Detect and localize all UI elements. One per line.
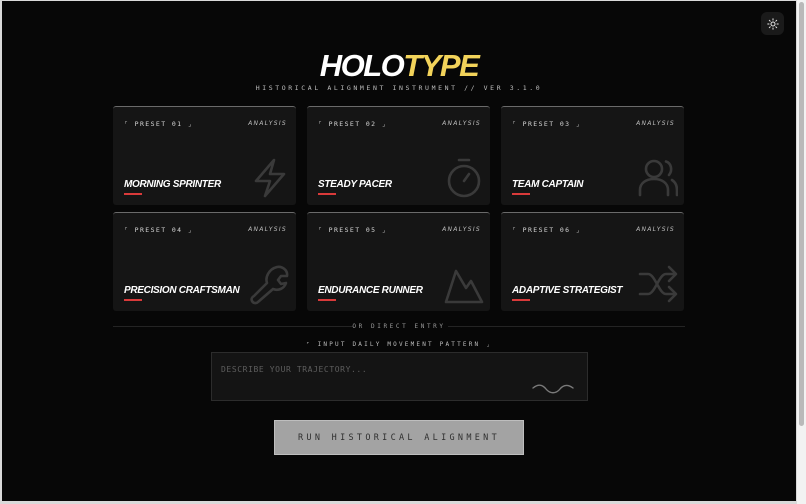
analysis-label: ANALYSIS <box>248 120 287 127</box>
preset-tag: ⌜ PRESET 05 ⌟ <box>318 226 388 234</box>
analysis-label: ANALYSIS <box>442 226 481 233</box>
wrench-icon <box>250 265 289 305</box>
run-alignment-button[interactable]: RUN HISTORICAL ALIGNMENT <box>274 420 524 455</box>
preset-tag: ⌜ PRESET 03 ⌟ <box>512 120 582 128</box>
accent-bar <box>318 193 336 195</box>
preset-name: PRECISION CRAFTSMAN <box>124 285 240 296</box>
movement-pattern-label: ⌜ INPUT DAILY MOVEMENT PATTERN ⌟ <box>306 341 492 348</box>
analysis-label: ANALYSIS <box>248 226 287 233</box>
preset-name: ADAPTIVE STRATEGIST <box>512 285 623 296</box>
users-icon <box>638 159 678 197</box>
trajectory-placeholder: DESCRIBE YOUR TRAJECTORY... <box>221 365 368 374</box>
analysis-label: ANALYSIS <box>636 120 675 127</box>
app-logo: HOLOTYPE <box>2 48 796 84</box>
accent-bar <box>318 299 336 301</box>
app-subtitle: HISTORICAL ALIGNMENT INSTRUMENT // VER 3… <box>255 84 543 92</box>
preset-tag: ⌜ PRESET 04 ⌟ <box>124 226 194 234</box>
analysis-label: ANALYSIS <box>636 226 675 233</box>
accent-bar <box>124 193 142 195</box>
shuffle-icon <box>638 265 678 303</box>
preset-tag: ⌜ PRESET 06 ⌟ <box>512 226 582 234</box>
trajectory-input[interactable]: DESCRIBE YOUR TRAJECTORY... <box>211 352 588 401</box>
app-window: HOLOTYPE HISTORICAL ALIGNMENT INSTRUMENT… <box>2 1 796 501</box>
preset-name: STEADY PACER <box>318 179 392 190</box>
direct-entry-divider: OR DIRECT ENTRY <box>352 323 446 330</box>
preset-card-03[interactable]: ⌜ PRESET 03 ⌟ ANALYSIS TEAM CAPTAIN <box>501 106 684 205</box>
preset-name: TEAM CAPTAIN <box>512 179 584 190</box>
sun-icon <box>766 17 779 30</box>
accent-bar <box>512 299 530 301</box>
logo-text-holo: HOLO <box>319 48 405 83</box>
preset-tag: ⌜ PRESET 02 ⌟ <box>318 120 388 128</box>
preset-card-05[interactable]: ⌜ PRESET 05 ⌟ ANALYSIS ENDURANCE RUNNER <box>307 212 490 311</box>
lightning-icon <box>254 158 286 198</box>
preset-tag: ⌜ PRESET 01 ⌟ <box>124 120 194 128</box>
scrollbar-thumb[interactable] <box>799 2 804 426</box>
preset-card-02[interactable]: ⌜ PRESET 02 ⌟ ANALYSIS STEADY PACER <box>307 106 490 205</box>
preset-grid: ⌜ PRESET 01 ⌟ ANALYSIS MORNING SPRINTER … <box>113 106 685 313</box>
preset-card-04[interactable]: ⌜ PRESET 04 ⌟ ANALYSIS PRECISION CRAFTSM… <box>113 212 296 311</box>
accent-bar <box>124 299 142 301</box>
wave-icon <box>532 384 574 394</box>
stopwatch-icon <box>447 158 481 198</box>
accent-bar <box>512 193 530 195</box>
preset-name: MORNING SPRINTER <box>124 179 221 190</box>
logo-text-type: TYPE <box>403 48 479 83</box>
preset-name: ENDURANCE RUNNER <box>318 285 423 296</box>
preset-card-06[interactable]: ⌜ PRESET 06 ⌟ ANALYSIS ADAPTIVE STRATEGI… <box>501 212 684 311</box>
preset-card-01[interactable]: ⌜ PRESET 01 ⌟ ANALYSIS MORNING SPRINTER <box>113 106 296 205</box>
theme-toggle-button[interactable] <box>761 12 784 35</box>
analysis-label: ANALYSIS <box>442 120 481 127</box>
mountain-icon <box>444 269 484 304</box>
